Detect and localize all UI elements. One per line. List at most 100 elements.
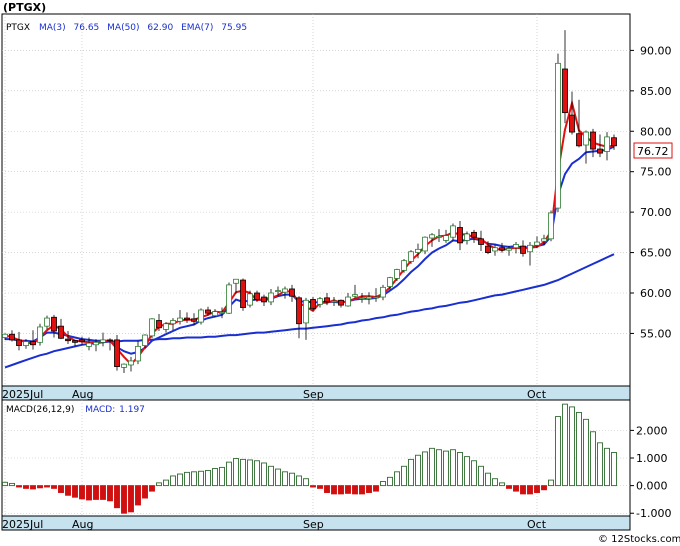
macd-bar (30, 485, 36, 490)
candle-body (324, 297, 330, 303)
candle-body (86, 342, 92, 347)
macd-bar (226, 461, 232, 487)
candle-body (338, 299, 344, 306)
macd-bar (275, 468, 281, 487)
macd-bar (485, 472, 491, 487)
candle-body (604, 136, 610, 152)
macd-bar (72, 485, 78, 498)
candle-body (513, 244, 519, 249)
macd-y-tick-label: 2.000 (636, 424, 668, 437)
candle-body (170, 320, 176, 325)
candle-body (562, 68, 568, 114)
candle-body (485, 245, 491, 253)
candle-body (464, 233, 470, 241)
price-y-tick-label: 55.00 (640, 327, 672, 340)
candle-body (366, 296, 372, 300)
candle-body (408, 251, 414, 262)
candle-body (373, 296, 379, 299)
watermark: © 12Stocks.com (598, 534, 680, 545)
candle-body (72, 340, 78, 343)
macd-x-tick-label: 2025Jul (2, 518, 43, 531)
macd-x-tick-label: Sep (303, 518, 324, 531)
price-y-tick-label: 60.00 (640, 287, 672, 300)
macd-value-label: MACD: (85, 405, 115, 415)
candle-body (44, 317, 50, 327)
macd-bar (590, 431, 596, 487)
candle-body (37, 326, 43, 343)
price-y-tick-label: 90.00 (640, 44, 672, 57)
candle-body (436, 235, 442, 238)
macd-bar (303, 478, 309, 487)
macd-bar (212, 468, 218, 487)
candle-body (9, 333, 15, 341)
macd-bar (191, 471, 197, 487)
macd-bar (394, 471, 400, 487)
macd-bar (478, 465, 484, 487)
price-y-tick-label: 85.00 (640, 85, 672, 98)
candle-body (2, 333, 8, 338)
macd-bar (555, 416, 561, 487)
candle (401, 259, 407, 273)
candle-body (114, 339, 120, 367)
candle-body (541, 238, 547, 242)
macd-bar (387, 476, 393, 487)
macd-bar (296, 475, 302, 487)
candle-body (30, 341, 36, 346)
macd-y-tick-label: 1.000 (636, 452, 668, 465)
macd-bar (345, 485, 351, 494)
macd-bar (562, 403, 568, 487)
macd-title: MACD(26,12,9) (6, 405, 74, 415)
candle-body (254, 292, 260, 300)
macd-bar (114, 485, 120, 509)
legend-ema7-value: 75.95 (221, 23, 247, 33)
macd-bar (149, 485, 155, 492)
macd-bar (51, 485, 57, 489)
candle-body (23, 341, 29, 346)
candle-body (478, 238, 484, 245)
candle-body (527, 244, 533, 253)
candle-body (107, 339, 113, 342)
macd-bar (450, 449, 456, 487)
macd-bar (58, 485, 64, 493)
candle-body (205, 309, 211, 314)
macd-bar (317, 485, 323, 489)
candle-body (359, 297, 365, 300)
candle-body (198, 309, 204, 323)
macd-y-axis: -1.000 0.000 1.000 2.000 (630, 424, 671, 520)
candle-body (401, 260, 407, 271)
candle-body (310, 299, 316, 309)
legend-ma50-value: 62.90 (147, 23, 173, 33)
macd-bar (429, 447, 435, 487)
macd-bar (135, 485, 141, 506)
macd-bar (128, 485, 134, 513)
macd-bar (156, 482, 162, 487)
candle-body (471, 231, 477, 238)
macd-bar (219, 466, 225, 487)
macd-bar (548, 479, 554, 487)
candle-body (443, 235, 449, 241)
price-panel (1, 13, 631, 387)
candle-body (268, 292, 274, 303)
candle-body (534, 241, 540, 246)
macd-bar (492, 478, 498, 487)
candle-body (100, 339, 106, 343)
candle-body (282, 288, 288, 293)
macd-legend: MACD(26,12,9) MACD: 1.197 (6, 405, 145, 415)
candle-body (555, 62, 561, 209)
candle-body (191, 318, 197, 322)
macd-bar (184, 471, 190, 487)
candle-body (520, 245, 526, 254)
candle-body (506, 248, 512, 251)
macd-bar (289, 472, 295, 487)
candle-body (226, 284, 232, 314)
legend-ema7-label: EMA(7) (181, 23, 213, 33)
macd-bar (352, 485, 358, 495)
candle-body (149, 318, 155, 337)
legend-ma50-label: MA(50) (107, 23, 139, 33)
candle-body (457, 227, 463, 244)
candle (548, 210, 554, 242)
legend-ma3-value: 76.65 (74, 23, 100, 33)
macd-bar (261, 462, 267, 487)
macd-bar (310, 485, 316, 488)
macd-bar (37, 485, 43, 489)
